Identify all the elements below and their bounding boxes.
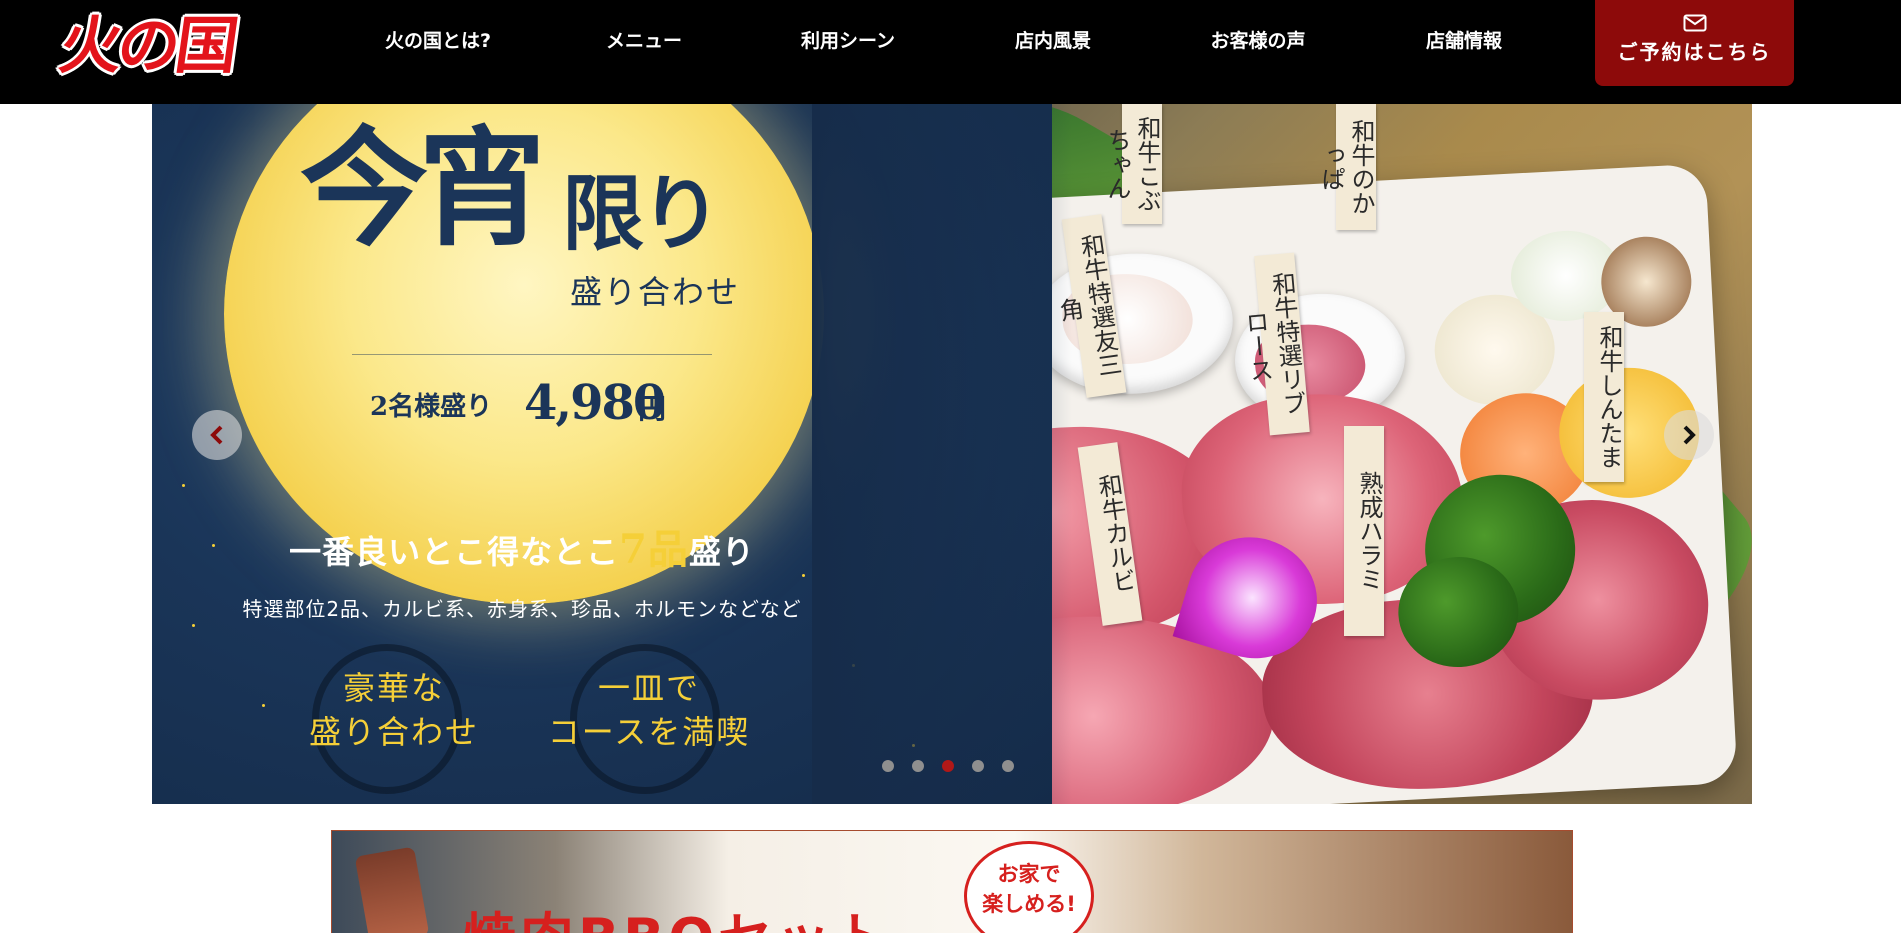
- bbq-set-banner[interactable]: 焼肉BBQセット お家で 楽しめる!: [331, 830, 1573, 933]
- meat-tag: 和牛のかっぱ: [1317, 104, 1376, 230]
- divider: [352, 354, 712, 355]
- hero-title-secondary: 限り: [562, 166, 722, 262]
- nav-item-interior[interactable]: 店内風景: [1015, 26, 1091, 56]
- reserve-button[interactable]: ご予約はこちら: [1595, 0, 1794, 86]
- chevron-right-icon: [1683, 425, 1696, 445]
- nav-item-about[interactable]: 火の国とは?: [385, 26, 491, 56]
- nav-item-scenes[interactable]: 利用シーン: [801, 26, 895, 56]
- badge-gorgeous: 豪華な 盛り合わせ: [308, 669, 479, 751]
- site-logo[interactable]: 火の国: [55, 6, 250, 88]
- tagline-text: 盛り: [688, 533, 755, 571]
- meat-tag: 和牛こぶちゃん: [1103, 104, 1162, 224]
- hero-gradient-fade: [812, 104, 1072, 804]
- slider-dot-2[interactable]: [912, 760, 924, 772]
- slider-next-button[interactable]: [1664, 410, 1714, 460]
- mail-icon: [1683, 14, 1707, 32]
- meat-tag: 和牛しんたま: [1584, 312, 1624, 482]
- slider-dot-1[interactable]: [882, 760, 894, 772]
- star-sparkle: [262, 704, 265, 707]
- hero-tagline: 一番良いとこ得なとこ7品盛り: [242, 528, 802, 574]
- hero-slider: 和牛こぶちゃん 和牛のかっぱ 和牛特選友三角 和牛特選リブロース 和牛カルビ 熟…: [152, 104, 1752, 804]
- slider-dot-4[interactable]: [972, 760, 984, 772]
- nav-item-store-info[interactable]: 店舗情報: [1426, 26, 1502, 56]
- banner-title: 焼肉BBQセット: [462, 909, 892, 933]
- tagline-text: 一番良いとこ得なとこ: [289, 533, 620, 571]
- slider-dot-3[interactable]: [942, 760, 954, 772]
- hero-description: 特選部位2品、カルビ系、赤身系、珍品、ホルモンなどなど: [242, 597, 802, 621]
- grilled-meat-image: [354, 846, 430, 933]
- hero-subtitle: 盛り合わせ: [570, 273, 741, 311]
- price-label: 2名様盛り: [370, 392, 493, 422]
- star-sparkle: [212, 544, 215, 547]
- nav-item-menu[interactable]: メニュー: [606, 26, 682, 56]
- logo-text: 火の国: [54, 9, 240, 82]
- star-sparkle: [182, 484, 185, 487]
- badge-one-plate: 一皿で コースを満喫: [547, 669, 751, 751]
- hero-title-main: 今宵: [300, 114, 546, 264]
- star-sparkle: [802, 574, 805, 577]
- nav-item-reviews[interactable]: お客様の声: [1210, 26, 1305, 56]
- speech-bubble-text: お家で 楽しめる!: [982, 862, 1076, 916]
- slider-prev-button[interactable]: [192, 410, 242, 460]
- meat-tag: 熟成ハラミ: [1344, 426, 1384, 636]
- site-header: 火の国 火の国とは? メニュー 利用シーン 店内風景 お客様の声 店舗情報 ご予…: [0, 0, 1901, 104]
- star-sparkle: [192, 624, 195, 627]
- chevron-left-icon: [210, 425, 223, 445]
- price-unit: 円: [638, 392, 667, 425]
- tagline-highlight: 7品: [619, 526, 689, 573]
- reserve-label: ご予約はこちら: [1617, 40, 1772, 64]
- slider-dot-5[interactable]: [1002, 760, 1014, 772]
